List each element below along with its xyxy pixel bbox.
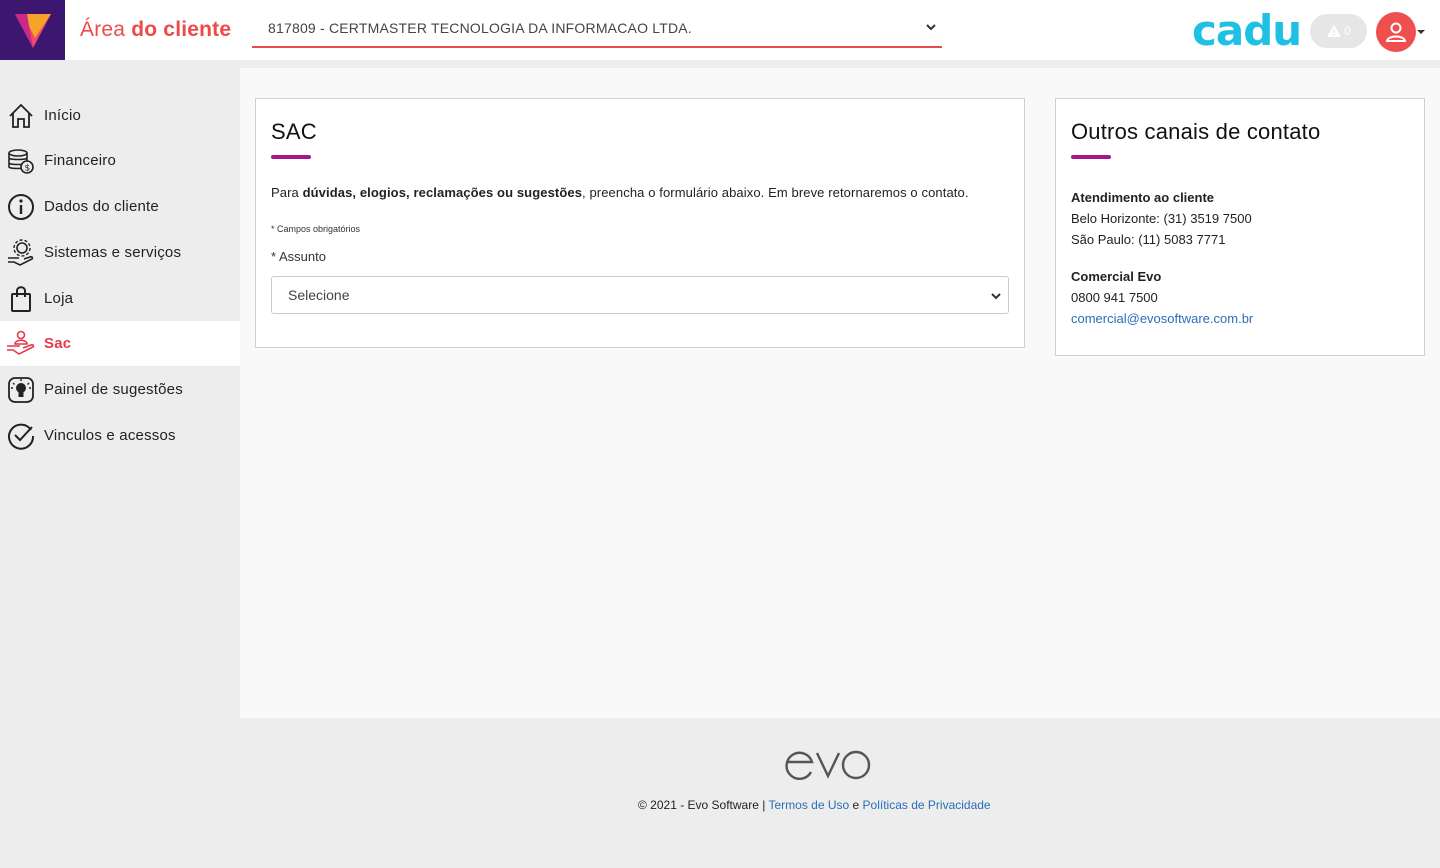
sidebar-item-dados-cliente[interactable]: Dados do cliente <box>0 184 240 229</box>
home-icon <box>6 101 36 131</box>
subject-select-value: Selecione <box>288 287 350 303</box>
subject-label: * Assunto <box>271 249 326 264</box>
sidebar-item-financeiro[interactable]: $ Financeiro <box>0 138 240 183</box>
evo-footer-logo <box>785 748 871 785</box>
sac-intro-bold: dúvidas, elogios, reclamações ou sugestõ… <box>302 185 583 200</box>
title-underline <box>1071 155 1111 159</box>
sidebar-item-label: Loja <box>44 290 74 307</box>
support-title: Atendimento ao cliente <box>1071 190 1215 205</box>
footer-text: © 2021 - Evo Software | Termos de Uso e … <box>638 798 991 812</box>
coins-icon: $ <box>6 146 36 176</box>
cadu-brand[interactable]: cadu <box>1192 6 1302 55</box>
company-select[interactable]: 817809 - CERTMASTER TECNOLOGIA DA INFORM… <box>252 10 942 48</box>
sidebar-item-label: Financeiro <box>44 152 117 169</box>
sidebar-item-label: Início <box>44 107 82 124</box>
required-fields-note: * Campos obrigatórios <box>271 224 361 234</box>
sac-title: SAC <box>271 119 317 144</box>
other-channels-card: Outros canais de contato Atendimento ao … <box>1055 98 1425 356</box>
privacy-link[interactable]: Políticas de Privacidade <box>863 798 991 812</box>
support-phone-sp: São Paulo: (11) 5083 7771 <box>1071 232 1226 247</box>
title-underline <box>271 155 311 159</box>
support-contact: Atendimento ao cliente Belo Horizonte: (… <box>1071 187 1409 250</box>
support-hand-icon <box>6 329 36 359</box>
support-phone-bh: Belo Horizonte: (31) 3519 7500 <box>1071 211 1252 226</box>
user-avatar-button[interactable] <box>1376 12 1416 52</box>
sidebar-item-vinculos-acessos[interactable]: Vinculos e acessos <box>0 413 240 458</box>
sidebar-item-label: Painel de sugestões <box>44 381 183 398</box>
chevron-down-icon <box>926 24 936 31</box>
logo-icon <box>14 14 51 48</box>
gear-hand-icon <box>6 238 36 268</box>
sidebar-item-inicio[interactable]: Início <box>0 93 240 138</box>
shopping-bag-icon <box>6 284 36 314</box>
check-circle-icon <box>6 421 36 451</box>
user-menu-caret-icon[interactable] <box>1417 30 1425 34</box>
footer-and: e <box>849 798 863 812</box>
warning-icon <box>1327 25 1342 37</box>
sidebar-item-loja[interactable]: Loja <box>0 276 240 321</box>
sidebar-item-label: Sac <box>44 335 72 352</box>
sidebar-item-label: Vinculos e acessos <box>44 427 176 444</box>
sac-intro: Para dúvidas, elogios, reclamações ou su… <box>271 185 1009 200</box>
sac-intro-pre: Para <box>271 185 303 200</box>
main-content: SAC Para dúvidas, elogios, reclamações o… <box>240 68 1440 718</box>
info-icon <box>6 192 36 222</box>
sac-card: SAC Para dúvidas, elogios, reclamações o… <box>255 98 1025 348</box>
svg-text:$: $ <box>25 164 31 174</box>
lightbulb-icon <box>6 375 36 405</box>
sidebar-item-label: Sistemas e serviços <box>44 244 182 261</box>
sidebar-item-painel-sugestoes[interactable]: Painel de sugestões <box>0 367 240 412</box>
other-channels-title: Outros canais de contato <box>1071 119 1321 144</box>
commercial-title: Comercial Evo <box>1071 269 1162 284</box>
sidebar-item-sistemas-servicos[interactable]: Sistemas e serviços <box>0 230 240 275</box>
evo-wordmark-icon <box>785 750 871 780</box>
alerts-button[interactable]: 0 <box>1310 14 1367 48</box>
app-title-prefix: Área <box>80 18 126 41</box>
footer-copyright: © 2021 - Evo Software | <box>638 798 769 812</box>
company-select-value: 817809 - CERTMASTER TECNOLOGIA DA INFORM… <box>268 20 692 36</box>
top-header: Área do cliente 817809 - CERTMASTER TECN… <box>0 0 1440 60</box>
commercial-phone: 0800 941 7500 <box>1071 290 1158 305</box>
sac-intro-post: , preencha o formulário abaixo. Em breve… <box>582 185 969 200</box>
terms-link[interactable]: Termos de Uso <box>768 798 849 812</box>
commercial-contact: Comercial Evo 0800 941 7500 comercial@ev… <box>1071 266 1409 329</box>
app-title: Área do cliente <box>80 18 231 42</box>
sidebar-item-label: Dados do cliente <box>44 198 159 215</box>
app-title-strong: do cliente <box>131 18 232 41</box>
subject-select[interactable]: Selecione <box>271 276 1009 314</box>
evo-logo[interactable] <box>0 0 65 60</box>
sidebar: Início $ Financeiro Dados do cliente Sis… <box>0 60 240 868</box>
sidebar-item-sac[interactable]: Sac <box>0 321 240 366</box>
chevron-down-icon <box>991 293 1001 300</box>
commercial-email-link[interactable]: comercial@evosoftware.com.br <box>1071 308 1409 329</box>
alert-count: 0 <box>1344 24 1351 38</box>
user-icon <box>1385 22 1407 42</box>
